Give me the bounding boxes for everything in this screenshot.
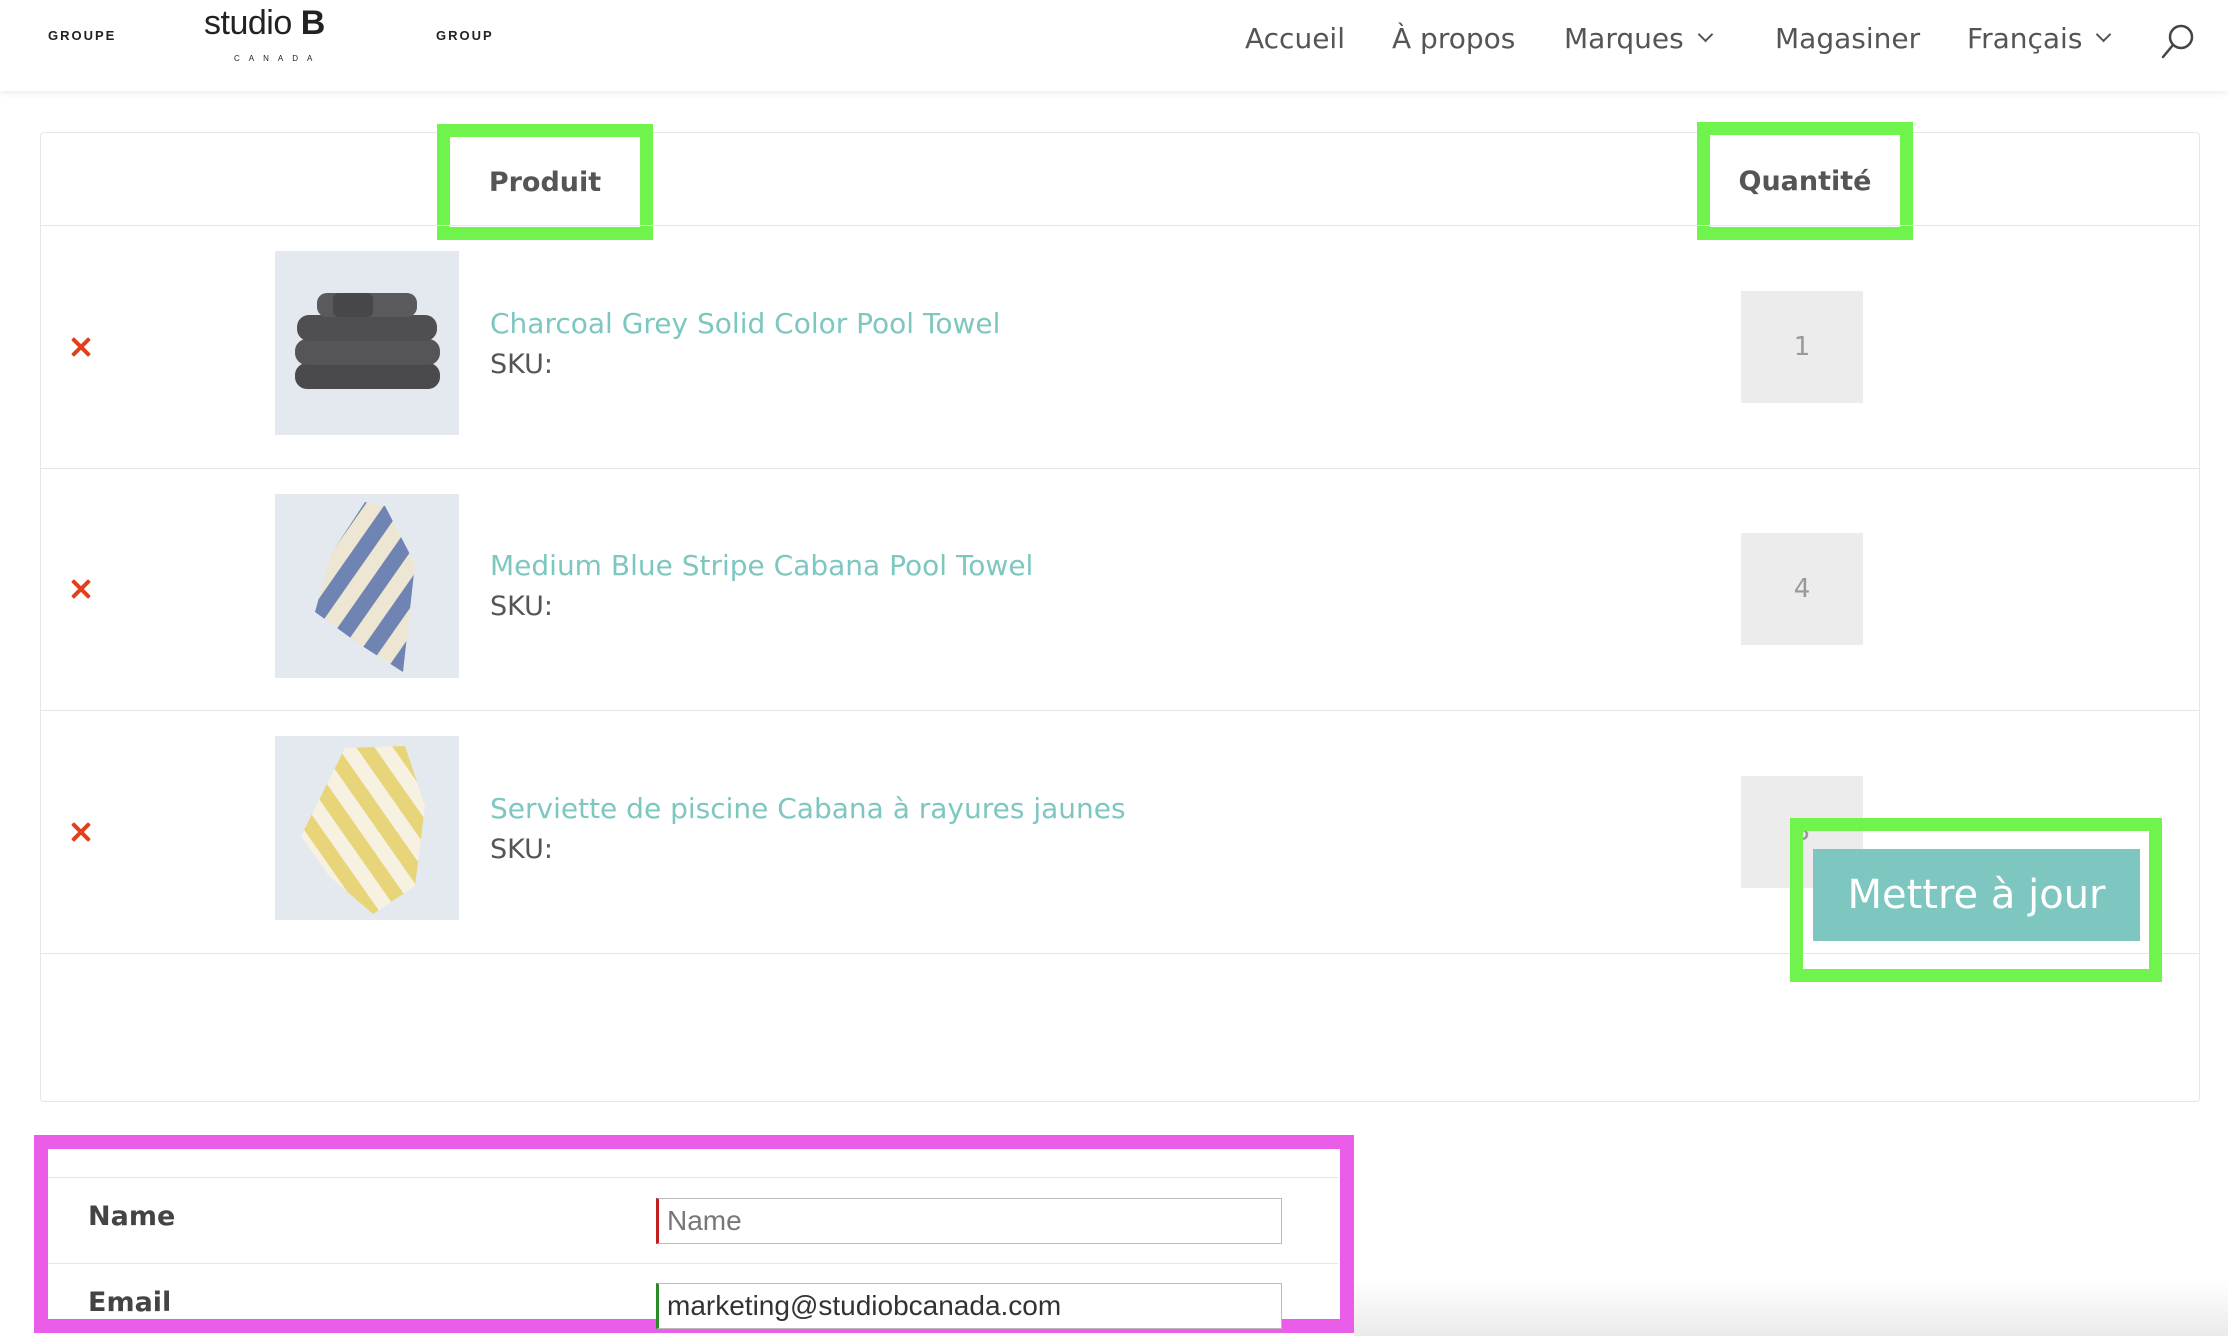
search-icon[interactable]	[2160, 22, 2196, 62]
logo[interactable]: studio B	[204, 4, 325, 43]
product-sku: SKU:	[490, 591, 553, 622]
product-thumbnail[interactable]	[275, 494, 459, 678]
table-divider	[41, 710, 2199, 711]
logo-brand: studio	[204, 4, 292, 42]
product-name-link[interactable]: Serviette de piscine Cabana à rayures ja…	[490, 792, 1126, 825]
remove-item-icon[interactable]	[71, 579, 91, 599]
name-field[interactable]: Name	[656, 1198, 1282, 1244]
email-field[interactable]: marketing@studiobcanada.com	[656, 1283, 1282, 1329]
nav-a-propos[interactable]: À propos	[1392, 16, 1515, 60]
form-divider	[48, 1263, 1338, 1264]
nav-accueil-label: Accueil	[1245, 21, 1345, 55]
nav-marques[interactable]: Marques	[1564, 16, 1713, 60]
nav-accueil[interactable]: Accueil	[1245, 16, 1345, 60]
chevron-down-icon	[1697, 26, 1713, 42]
remove-item-icon[interactable]	[71, 822, 91, 842]
yellow-stripe-towel-image	[275, 736, 459, 920]
product-sku: SKU:	[490, 834, 553, 865]
logo-groupe-text: GROUPE	[48, 28, 117, 43]
logo-group-text: GROUP	[436, 28, 494, 43]
logo-brand-bold: B	[300, 4, 326, 42]
update-cart-highlight: Mettre à jour	[1790, 818, 2162, 982]
column-header-quantity: Quantité	[1697, 122, 1913, 240]
quantity-input[interactable]: 1	[1741, 291, 1863, 403]
table-divider	[41, 225, 2199, 226]
product-name-link[interactable]: Medium Blue Stripe Cabana Pool Towel	[490, 549, 1033, 582]
charcoal-towels-image	[275, 251, 459, 435]
nav-a-propos-label: À propos	[1392, 21, 1516, 55]
nav-language[interactable]: Français	[1967, 16, 2112, 60]
site-header: GROUPE studio B CANADA GROUP Accueil À p…	[0, 0, 2228, 91]
nav-marques-label: Marques	[1564, 21, 1684, 55]
product-name-link[interactable]: Charcoal Grey Solid Color Pool Towel	[490, 307, 1000, 340]
email-label: Email	[88, 1287, 172, 1318]
product-thumbnail[interactable]	[275, 736, 459, 920]
nav-magasiner-label: Magasiner	[1775, 21, 1921, 55]
logo-subtitle: CANADA	[234, 54, 322, 63]
update-cart-button[interactable]: Mettre à jour	[1813, 849, 2140, 941]
contact-form: Name Name Email marketing@studiobcanada.…	[34, 1135, 1354, 1333]
blue-stripe-towel-image	[275, 494, 459, 678]
remove-item-icon[interactable]	[71, 337, 91, 357]
table-divider	[41, 468, 2199, 469]
column-header-product: Produit	[437, 124, 653, 240]
product-thumbnail[interactable]	[275, 251, 459, 435]
page-shadow	[1354, 1280, 2228, 1336]
form-divider	[48, 1177, 1338, 1178]
product-sku: SKU:	[490, 349, 553, 380]
nav-language-label: Français	[1967, 21, 2083, 55]
quantity-input[interactable]: 4	[1741, 533, 1863, 645]
chevron-down-icon	[2096, 26, 2112, 42]
nav-magasiner[interactable]: Magasiner	[1775, 16, 1920, 60]
name-label: Name	[88, 1201, 176, 1232]
